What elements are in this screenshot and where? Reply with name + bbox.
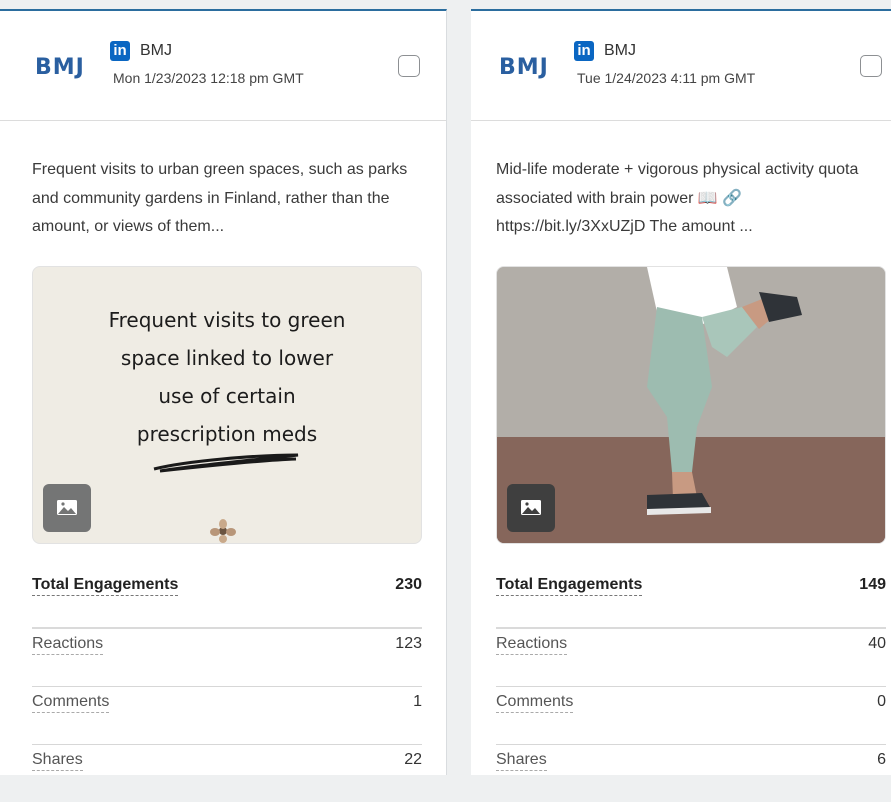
post-date: Mon 1/23/2023 12:18 pm GMT xyxy=(113,70,304,86)
reactions-value: 40 xyxy=(868,635,886,652)
post-image[interactable] xyxy=(496,266,886,544)
image-caption-line: space linked to lower xyxy=(120,346,334,370)
post-text: Frequent visits to urban green spaces, s… xyxy=(32,161,408,235)
scribble-underline xyxy=(153,453,299,473)
post-text: Mid-life moderate + vigorous physical ac… xyxy=(496,161,859,235)
image-type-icon[interactable] xyxy=(43,484,91,532)
engagement-stats: Total Engagements 230 Reactions 123 Comm… xyxy=(32,570,422,802)
reactions-row: Reactions 123 xyxy=(32,629,422,687)
total-engagements-label[interactable]: Total Engagements xyxy=(496,576,643,596)
post-card: BMJ in BMJ Mon 1/23/2023 12:18 pm GMT Fr… xyxy=(0,9,447,775)
total-engagements-value: 230 xyxy=(395,576,422,593)
linkedin-icon: in xyxy=(574,41,594,61)
shares-row: Shares 6 xyxy=(496,745,886,802)
total-engagements-row: Total Engagements 230 xyxy=(32,570,422,629)
flower-icon xyxy=(210,519,236,543)
account-name: BMJ xyxy=(140,42,172,59)
image-caption-line: Frequent visits to green xyxy=(108,308,346,332)
post-image[interactable]: Frequent visits to green space linked to… xyxy=(32,266,422,544)
engagement-stats: Total Engagements 149 Reactions 40 Comme… xyxy=(496,570,886,802)
total-engagements-label[interactable]: Total Engagements xyxy=(32,576,179,596)
select-checkbox[interactable] xyxy=(860,55,882,77)
shares-value: 6 xyxy=(877,751,886,768)
reactions-row: Reactions 40 xyxy=(496,629,886,687)
select-checkbox[interactable] xyxy=(398,55,420,77)
comments-row: Comments 1 xyxy=(32,687,422,745)
post-header: BMJ in BMJ Mon 1/23/2023 12:18 pm GMT xyxy=(0,11,446,121)
comments-row: Comments 0 xyxy=(496,687,886,745)
comments-label[interactable]: Comments xyxy=(496,693,574,713)
reactions-label[interactable]: Reactions xyxy=(32,635,104,655)
post-date: Tue 1/24/2023 4:11 pm GMT xyxy=(577,70,756,86)
post-card: BMJ in BMJ Tue 1/24/2023 4:11 pm GMT Mid… xyxy=(471,9,891,775)
image-caption-line: prescription meds xyxy=(136,422,318,446)
image-type-icon[interactable] xyxy=(507,484,555,532)
image-caption: Frequent visits to green space linked to… xyxy=(33,301,421,453)
shares-row: Shares 22 xyxy=(32,745,422,802)
post-header: BMJ in BMJ Tue 1/24/2023 4:11 pm GMT xyxy=(471,11,891,121)
image-caption-line: use of certain xyxy=(158,384,296,408)
bmj-logo: BMJ xyxy=(35,55,85,80)
shares-value: 22 xyxy=(404,751,422,768)
total-engagements-row: Total Engagements 149 xyxy=(496,570,886,629)
bmj-logo: BMJ xyxy=(499,55,549,80)
reactions-value: 123 xyxy=(395,635,422,652)
runner-stretch-illustration xyxy=(497,267,885,543)
total-engagements-value: 149 xyxy=(859,576,886,593)
account-name: BMJ xyxy=(604,42,636,59)
shares-label[interactable]: Shares xyxy=(496,751,547,771)
shares-label[interactable]: Shares xyxy=(32,751,83,771)
comments-value: 0 xyxy=(877,693,886,710)
comments-label[interactable]: Comments xyxy=(32,693,110,713)
reactions-label[interactable]: Reactions xyxy=(496,635,568,655)
linkedin-icon: in xyxy=(110,41,130,61)
comments-value: 1 xyxy=(413,693,422,710)
